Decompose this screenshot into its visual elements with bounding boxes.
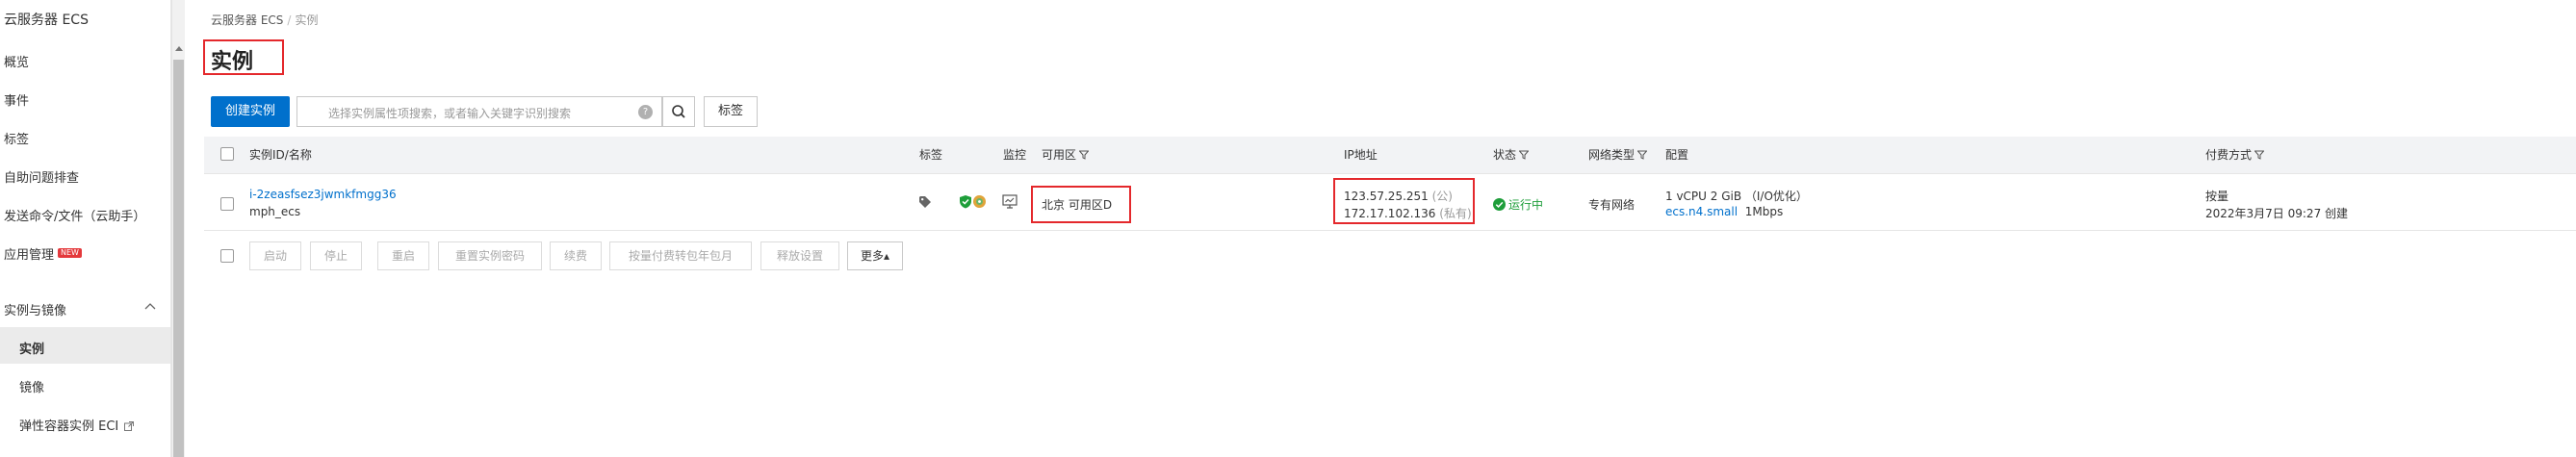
select-all-checkbox[interactable] (220, 147, 234, 161)
sidebar-item-app-management[interactable]: 应用管理 NEW (4, 244, 82, 263)
row-checkbox[interactable] (220, 197, 234, 211)
highlight-box-title (203, 39, 284, 75)
filter-icon[interactable] (2254, 150, 2265, 160)
renew-button[interactable]: 续费 (550, 241, 602, 270)
tag-icon[interactable] (918, 195, 932, 209)
header-config: 配置 (1665, 148, 1689, 162)
sidebar-item-overview[interactable]: 概览 (4, 52, 29, 70)
filter-icon[interactable] (1519, 150, 1530, 160)
running-check-icon (1493, 198, 1506, 211)
billing-type: 按量 (2205, 190, 2229, 203)
config-spec: 1 vCPU 2 GiB （I/O优化） (1665, 190, 1808, 203)
release-settings-button[interactable]: 释放设置 (760, 241, 839, 270)
breadcrumb-root[interactable]: 云服务器 ECS (211, 13, 283, 27)
header-label: 付费方式 (2205, 148, 2253, 162)
header-id-name: 实例ID/名称 (249, 148, 312, 162)
highlight-box-zone (1031, 186, 1131, 223)
search-icon (672, 105, 685, 118)
row-divider (204, 173, 2576, 174)
header-label: 可用区 (1042, 148, 1077, 162)
filter-icon[interactable] (1079, 150, 1090, 160)
header-tag: 标签 (919, 148, 943, 162)
stop-button[interactable]: 停止 (310, 241, 362, 270)
search-button[interactable] (662, 96, 695, 127)
instance-id-link[interactable]: i-2zeasfsez3jwmkfmgg36 (249, 188, 397, 201)
status-running: 运行中 (1493, 196, 1543, 213)
row-divider (204, 230, 2576, 231)
sidebar-item-troubleshoot[interactable]: 自助问题排查 (4, 167, 79, 186)
status-label: 运行中 (1508, 198, 1544, 212)
reset-password-button[interactable]: 重置实例密码 (438, 241, 542, 270)
breadcrumb: 云服务器 ECS / 实例 (211, 12, 318, 28)
sidebar-item-images[interactable]: 镜像 (19, 377, 44, 395)
sidebar-item-eci[interactable]: 弹性容器实例 ECI (19, 416, 135, 434)
sidebar: 云服务器 ECS 概览 事件 标签 自助问题排查 发送命令/文件（云助手） 应用… (0, 0, 171, 457)
scroll-up-icon[interactable] (175, 46, 183, 51)
header-label: 网络类型 (1588, 148, 1636, 162)
sidebar-item-instances[interactable]: 实例 (19, 339, 44, 357)
breadcrumb-current: 实例 (295, 13, 319, 27)
sidebar-item-label: 应用管理 (4, 248, 55, 263)
sidebar-title: 云服务器 ECS (4, 13, 89, 28)
header-ip: IP地址 (1344, 148, 1378, 162)
monitor-chart-icon[interactable] (1002, 194, 1018, 209)
header-billing[interactable]: 付费方式 (2205, 146, 2265, 163)
sidebar-item-tags[interactable]: 标签 (4, 129, 29, 147)
search-input[interactable]: 选择实例属性项搜索，或者输入关键字识别搜索 ? (296, 96, 662, 127)
scrollbar-top (171, 0, 185, 38)
header-network[interactable]: 网络类型 (1588, 146, 1648, 163)
restart-button[interactable]: 重启 (377, 241, 429, 270)
convert-billing-button[interactable]: 按量付费转包年包月 (609, 241, 752, 270)
search-placeholder: 选择实例属性项搜索，或者输入关键字识别搜索 (328, 107, 572, 120)
config-type: ecs.n4.small 1Mbps (1665, 205, 1783, 218)
more-actions-button[interactable]: 更多▴ (847, 241, 903, 270)
highlight-box-ip (1333, 178, 1475, 224)
sidebar-item-send-command[interactable]: 发送命令/文件（云助手） (4, 206, 145, 224)
chevron-up-icon[interactable] (144, 301, 156, 313)
sidebar-item-label: 弹性容器实例 ECI (19, 419, 119, 434)
start-button[interactable]: 启动 (249, 241, 301, 270)
new-badge: NEW (58, 248, 82, 258)
help-icon[interactable]: ? (638, 105, 653, 119)
bulk-select-checkbox[interactable] (220, 249, 234, 263)
external-link-icon (124, 421, 135, 431)
sidebar-item-events[interactable]: 事件 (4, 90, 29, 109)
filter-icon[interactable] (1637, 150, 1648, 160)
sidebar-scrollbar[interactable] (171, 38, 185, 457)
header-label: 状态 (1493, 148, 1517, 162)
instance-name: mph_ecs (249, 205, 301, 218)
scroll-thumb[interactable] (173, 60, 184, 457)
create-instance-button[interactable]: 创建实例 (211, 96, 290, 127)
header-status[interactable]: 状态 (1493, 146, 1530, 163)
sidebar-section-instances-images[interactable]: 实例与镜像 (4, 300, 66, 318)
breadcrumb-separator: / (287, 13, 292, 27)
tag-filter-button[interactable]: 标签 (704, 96, 758, 127)
header-monitor: 监控 (1003, 148, 1027, 162)
instance-type-link[interactable]: ecs.n4.small (1665, 205, 1738, 218)
bandwidth: 1Mbps (1744, 205, 1784, 218)
monitoring-status-icon[interactable] (972, 194, 987, 209)
header-zone[interactable]: 可用区 (1042, 146, 1090, 163)
network-type: 专有网络 (1588, 198, 1636, 212)
security-shield-icon[interactable] (959, 194, 972, 209)
created-time: 2022年3月7日 09:27 创建 (2205, 207, 2349, 220)
